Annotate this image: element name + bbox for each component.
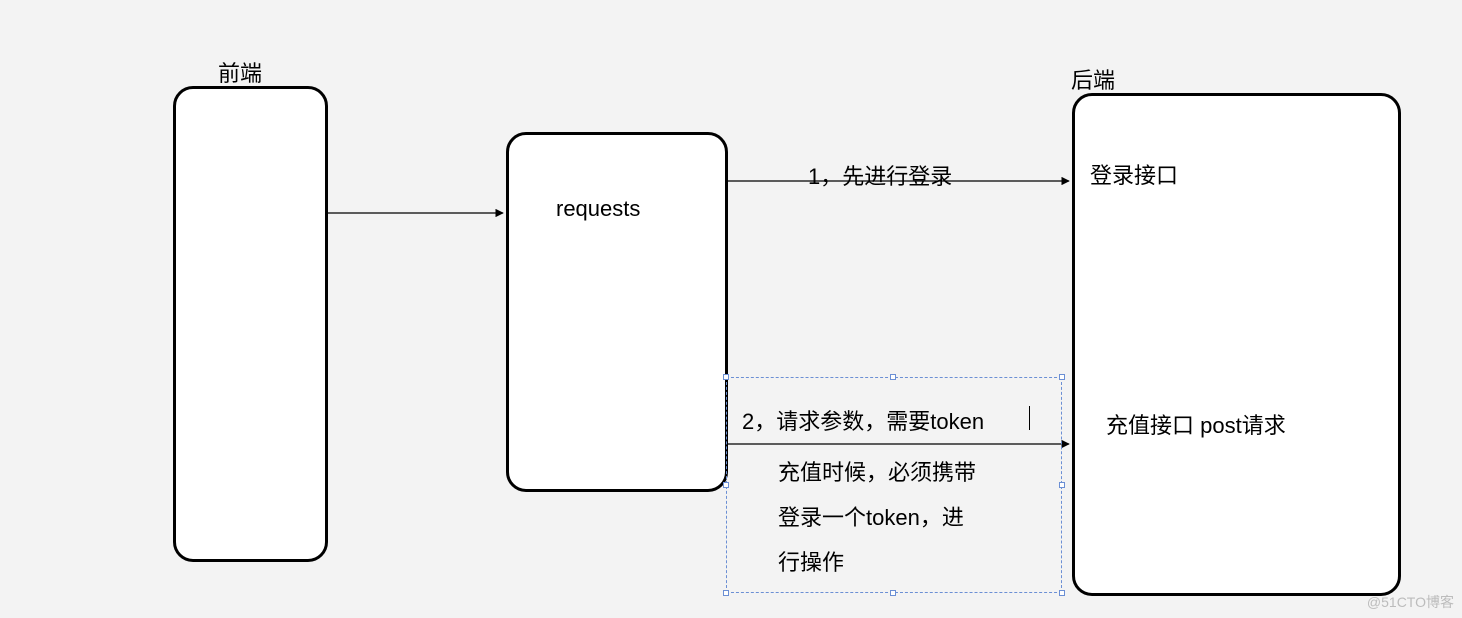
frontend-title: 前端 <box>218 56 262 88</box>
requests-label: requests <box>556 196 640 222</box>
backend-recharge-label: 充值接口 post请求 <box>1106 408 1286 440</box>
requests-box <box>506 132 728 492</box>
arrow2-label: 2，请求参数，需要token <box>742 404 984 436</box>
arrow2-note-line3: 行操作 <box>778 545 844 577</box>
arrow2-note-line2: 登录一个token，进 <box>778 500 964 532</box>
frontend-box <box>173 86 328 562</box>
watermark: @51CTO博客 <box>1367 592 1454 612</box>
text-cursor <box>1029 406 1030 430</box>
backend-title: 后端 <box>1071 63 1115 95</box>
arrow1-label: 1，先进行登录 <box>808 159 952 191</box>
backend-login-label: 登录接口 <box>1090 158 1178 190</box>
arrow2-note-line1: 充值时候，必须携带 <box>778 455 976 487</box>
